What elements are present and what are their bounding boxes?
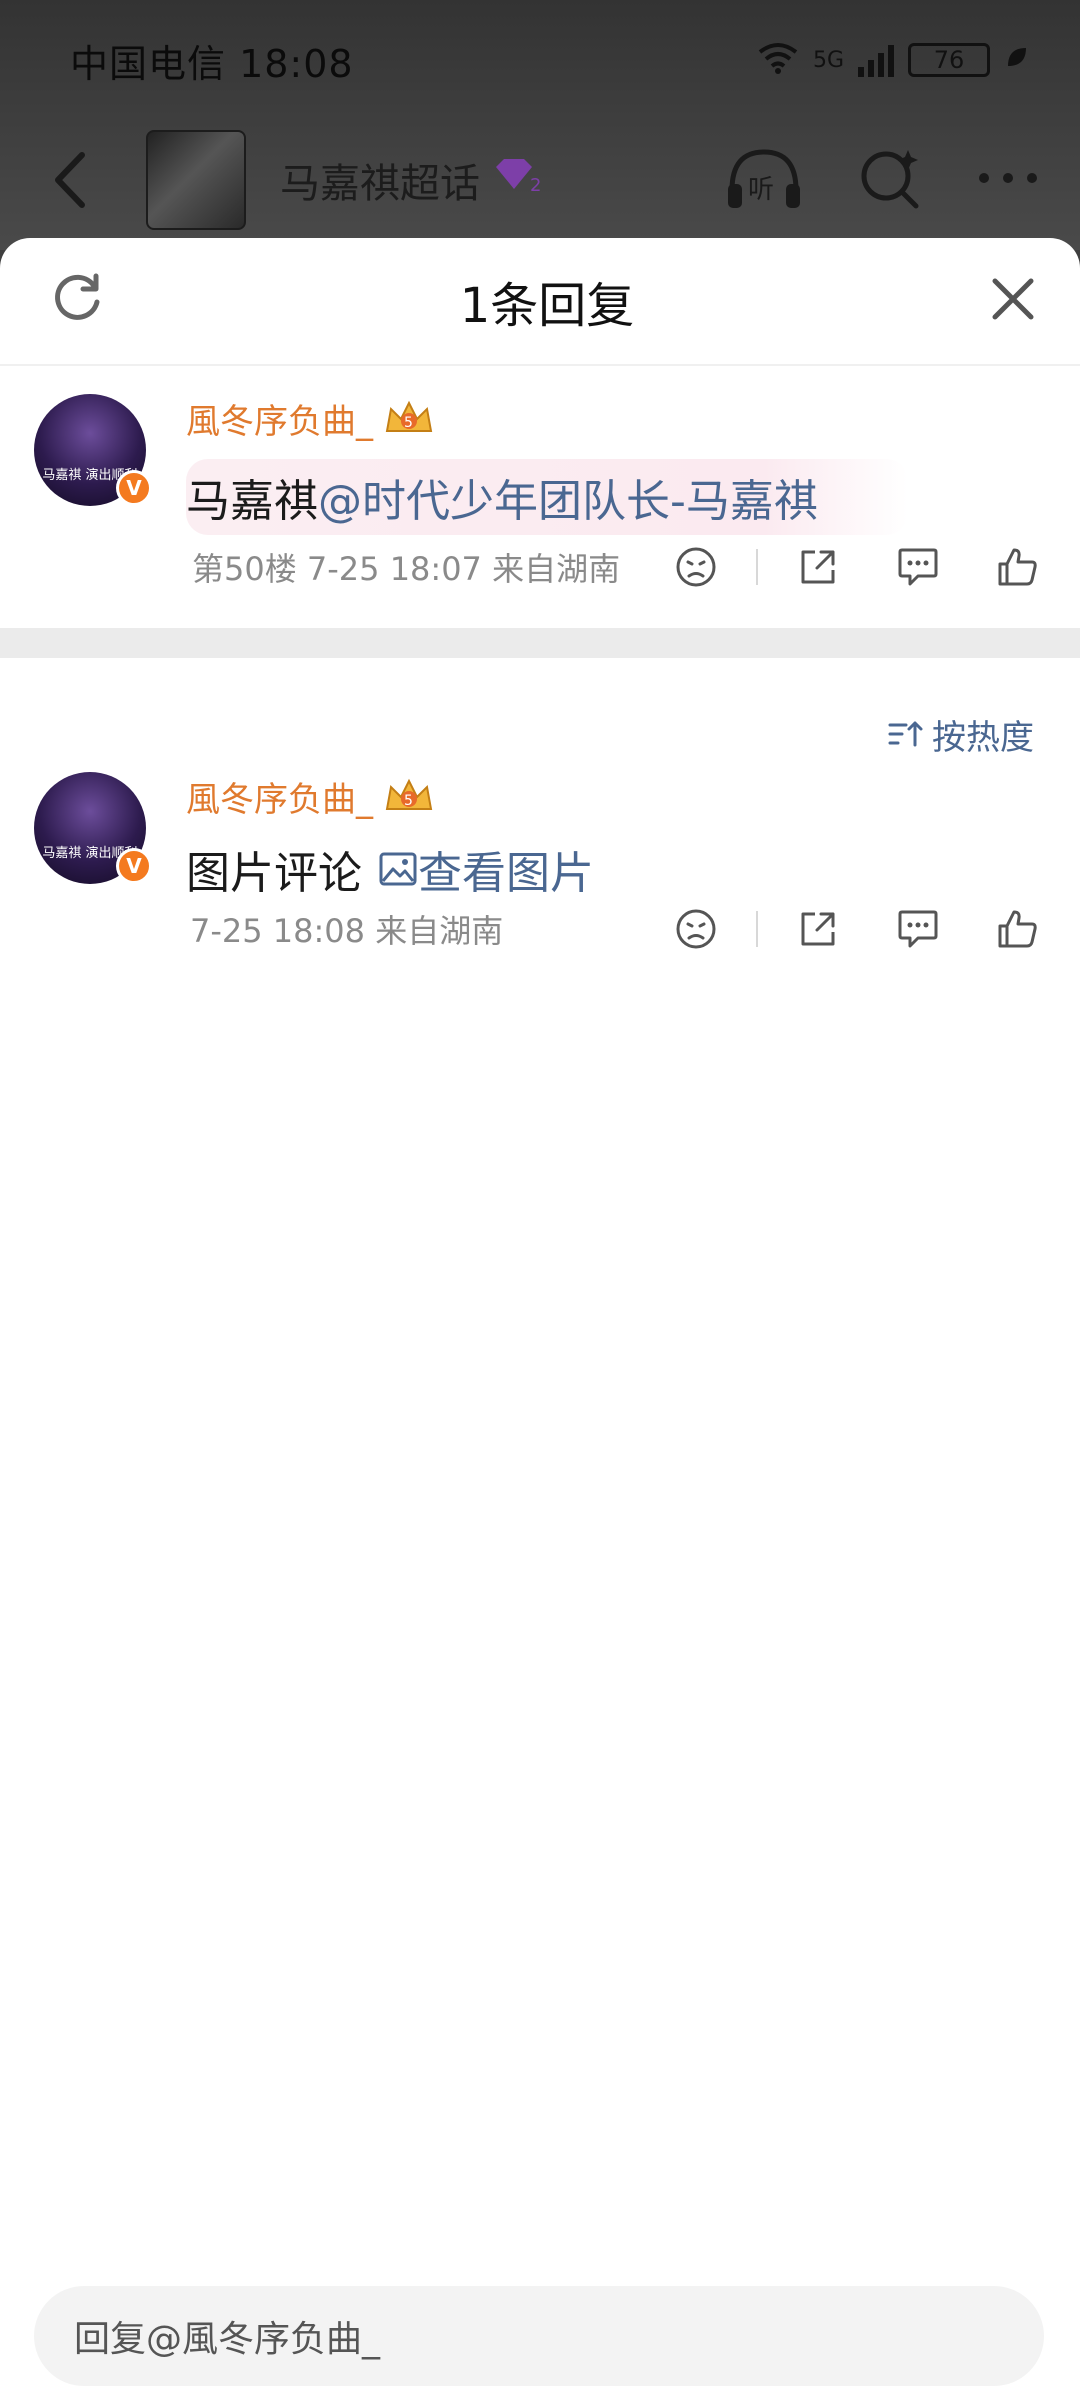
image-icon [379,852,417,886]
search-button[interactable] [858,146,922,214]
comment-actions [666,899,1048,959]
status-icons: 5G 76 [757,40,1030,80]
username-row: 風冬序负曲_ 5 [186,394,1046,443]
main-comment: 马嘉祺 演出顺利 V 風冬序负曲_ 5 马嘉祺 @时代少年团队长-马嘉祺 [0,366,1080,535]
avatar[interactable]: 马嘉祺 演出顺利 V [34,394,152,506]
share-button[interactable] [788,899,848,959]
crown-level: 5 [404,415,413,431]
comment-prefix: 马嘉祺 [186,476,318,527]
leaf-icon [1004,44,1030,76]
more-button[interactable] [976,170,1040,190]
signal-icon [858,43,894,77]
refresh-button[interactable] [50,272,104,330]
sort-row: 按热度 [0,658,1080,766]
battery-level: 76 [933,46,965,74]
crown-level: 5 [404,793,413,809]
comment-body: 風冬序负曲_ 5 马嘉祺 @时代少年团队长-马嘉祺 [186,394,1046,535]
mention-link[interactable]: @时代少年团队长-马嘉祺 [318,465,818,529]
comment-body: 風冬序负曲_ 5 图片评论 查看图片 [186,772,1046,901]
reply-comment: 马嘉祺 演出顺利 V 風冬序负曲_ 5 图片评论 查看图片 [0,766,1080,901]
carrier-time: 中国电信 18:08 [70,41,354,86]
topic-title-wrap[interactable]: 马嘉祺超话 2 [280,151,546,209]
wifi-icon [757,40,799,80]
sheet-header: 1条回复 [0,238,1080,366]
sort-by-heat-button[interactable]: 按热度 [888,702,1034,766]
username[interactable]: 風冬序负曲_ [186,772,373,821]
comment-button[interactable] [888,899,948,959]
reply-placeholder: 回复@風冬序负曲_ [74,2319,381,2360]
username[interactable]: 風冬序负曲_ [186,394,373,443]
gem-level: 2 [530,175,541,195]
gem-badge-icon: 2 [490,155,546,205]
comment-label: 图片评论 [186,848,362,899]
network-label: 5G [812,47,844,73]
comment-meta: 7-25 18:08 来自湖南 [190,912,504,950]
comment-text: 图片评论 查看图片 [186,837,594,901]
comment-actions [666,537,1048,597]
reply-meta-row: 7-25 18:08 来自湖南 [0,901,1080,957]
comment-text: 马嘉祺 @时代少年团队长-马嘉祺 [186,459,908,535]
view-image-label: 查看图片 [418,848,594,899]
share-button[interactable] [788,537,848,597]
verified-badge-icon: V [116,470,152,506]
reply-input[interactable]: 回复@風冬序负曲_ [34,2286,1044,2386]
comment-meta: 第50楼 7-25 18:07 来自湖南 [192,550,621,588]
topic-thumbnail[interactable] [146,130,246,230]
battery-icon: 76 [908,43,990,77]
dislike-button[interactable] [666,537,726,597]
crown-badge-icon: 5 [383,777,435,817]
back-button[interactable] [40,150,100,210]
sort-icon [888,721,923,747]
listen-button[interactable]: 听 [724,146,804,214]
status-bar: 中国电信 18:08 5G 76 [0,0,1080,120]
listen-label: 听 [748,175,774,205]
like-button[interactable] [988,899,1048,959]
topic-navbar: 马嘉祺超话 2 听 [0,120,1080,240]
sheet-title: 1条回复 [459,278,635,334]
close-button[interactable] [990,276,1036,326]
view-image-link[interactable]: 查看图片 [378,837,594,901]
like-button[interactable] [988,537,1048,597]
replies-sheet: 1条回复 马嘉祺 演出顺利 V 風冬序负曲_ 5 马嘉祺 @时代少年团队长-马嘉祺… [0,238,1080,2397]
divider [756,549,758,585]
username-row: 風冬序负曲_ 5 [186,772,1046,821]
crown-badge-icon: 5 [383,399,435,439]
section-divider [0,628,1080,658]
topic-title: 马嘉祺超话 [280,161,480,207]
comment-button[interactable] [888,537,948,597]
dislike-button[interactable] [666,899,726,959]
main-comment-meta-row: 第50楼 7-25 18:07 来自湖南 [0,526,1080,608]
verified-badge-icon: V [116,848,152,884]
divider [756,911,758,947]
avatar[interactable]: 马嘉祺 演出顺利 V [34,772,152,884]
sort-label: 按热度 [932,717,1034,758]
topbar-actions: 听 [724,146,1040,214]
